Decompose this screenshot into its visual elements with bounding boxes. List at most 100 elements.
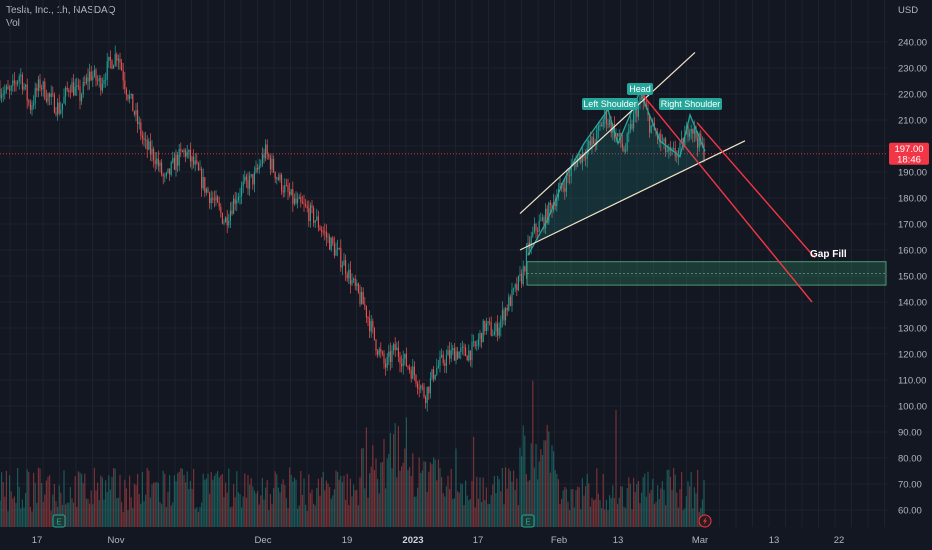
candle-body	[177, 154, 179, 166]
candle-body	[481, 332, 483, 343]
volume-bar	[10, 491, 12, 527]
candle-body	[132, 93, 134, 112]
volume-bar	[76, 507, 78, 527]
candle-body	[124, 80, 126, 90]
volume-bar	[97, 482, 99, 527]
volume-bar	[338, 479, 340, 527]
volume-bar	[578, 487, 580, 527]
volume-bar	[261, 478, 263, 527]
volume-bar	[167, 491, 169, 527]
volume-bar	[629, 483, 631, 527]
volume-bar	[431, 464, 433, 527]
volume-bar	[263, 499, 265, 527]
candle-body	[164, 176, 166, 177]
volume-bar	[655, 501, 657, 527]
candle-body	[373, 327, 375, 340]
candle-body	[479, 332, 481, 340]
volume-bar	[25, 493, 27, 527]
volume-bar	[660, 488, 662, 527]
candle-body	[161, 162, 163, 175]
volume-bar	[367, 497, 369, 527]
gap-fill-label: Gap Fill	[810, 249, 847, 260]
candle-body	[49, 93, 51, 97]
candle-body	[133, 111, 135, 115]
volume-bar	[117, 497, 119, 527]
volume-bar	[324, 490, 326, 527]
price-chart[interactable]: Left ShoulderHeadRight ShoulderGap Fill …	[0, 0, 932, 550]
volume-bar	[545, 440, 547, 527]
candle-body	[66, 87, 68, 90]
candle-body	[365, 306, 367, 318]
volume-bar	[349, 478, 351, 527]
volume-bar	[657, 485, 659, 527]
volume-bar	[508, 468, 510, 527]
volume-bar	[428, 471, 430, 527]
volume-bar	[303, 478, 305, 527]
candle-body	[53, 94, 55, 113]
volume-bar	[321, 477, 323, 527]
volume-bar	[551, 445, 553, 527]
time-axis[interactable]: 17 Nov Dec 19 2023 17 Feb 13 Mar 13 22	[32, 535, 845, 546]
volume-bar	[369, 473, 371, 527]
volume-bar	[538, 461, 540, 527]
volume-bar	[623, 506, 625, 527]
volume-bar	[295, 479, 297, 527]
volume-bar	[572, 489, 574, 527]
candle-body	[409, 367, 411, 371]
candle-body	[276, 177, 278, 179]
volume-bar	[185, 482, 187, 527]
volume-bar	[293, 477, 295, 527]
volume-bar	[429, 462, 431, 527]
candle-body	[349, 269, 351, 285]
candle-body	[271, 158, 273, 170]
candle-body	[457, 351, 459, 359]
price-axis[interactable]: 60.00 70.00 80.00 90.00 100.00 110.00 120.00 13…	[898, 38, 927, 517]
volume-bar	[586, 473, 588, 527]
volume-bar	[236, 471, 238, 527]
candle-body	[170, 162, 172, 175]
volume-bar	[421, 470, 423, 527]
volume-bar	[601, 508, 603, 527]
candle-body	[381, 352, 383, 354]
volume-bar	[689, 486, 691, 527]
candle-body	[341, 265, 343, 268]
volume-bar	[589, 506, 591, 527]
candle-body	[338, 248, 340, 249]
candle-body	[20, 74, 22, 77]
volume-bar	[124, 479, 126, 527]
candle-body	[293, 198, 295, 204]
y-tick-label: 180.00	[898, 194, 927, 205]
volume-bar	[289, 467, 291, 527]
candle-body	[244, 176, 246, 182]
volume-bar	[205, 478, 207, 527]
candle-body	[506, 308, 508, 311]
candle-body	[65, 87, 67, 97]
volume-bar	[1, 472, 3, 527]
candle-body	[260, 164, 262, 166]
candle-body	[151, 148, 153, 155]
volume-bar	[685, 496, 687, 527]
candle-body	[466, 355, 468, 361]
volume-bar	[444, 496, 446, 527]
candle-body	[204, 177, 206, 193]
currency-label: USD	[898, 5, 918, 16]
candle-body	[33, 103, 35, 106]
candle-body	[505, 308, 507, 321]
candle-body	[431, 369, 433, 379]
volume-bar	[621, 486, 623, 527]
candle-body	[4, 90, 6, 94]
volume-bar	[36, 502, 38, 527]
earnings-marker-label: E	[525, 518, 530, 527]
candle-body	[167, 168, 169, 173]
volume-bar	[165, 507, 167, 527]
candle-body	[300, 197, 302, 202]
volume-bar	[426, 491, 428, 527]
candle-body	[391, 350, 393, 362]
volume-bar	[196, 507, 198, 527]
volume-bar	[565, 488, 567, 527]
volume-bar	[202, 473, 204, 527]
candle-body	[266, 144, 268, 154]
volume-bar	[257, 490, 259, 527]
volume-bar	[690, 471, 692, 527]
candle-body	[122, 70, 124, 81]
